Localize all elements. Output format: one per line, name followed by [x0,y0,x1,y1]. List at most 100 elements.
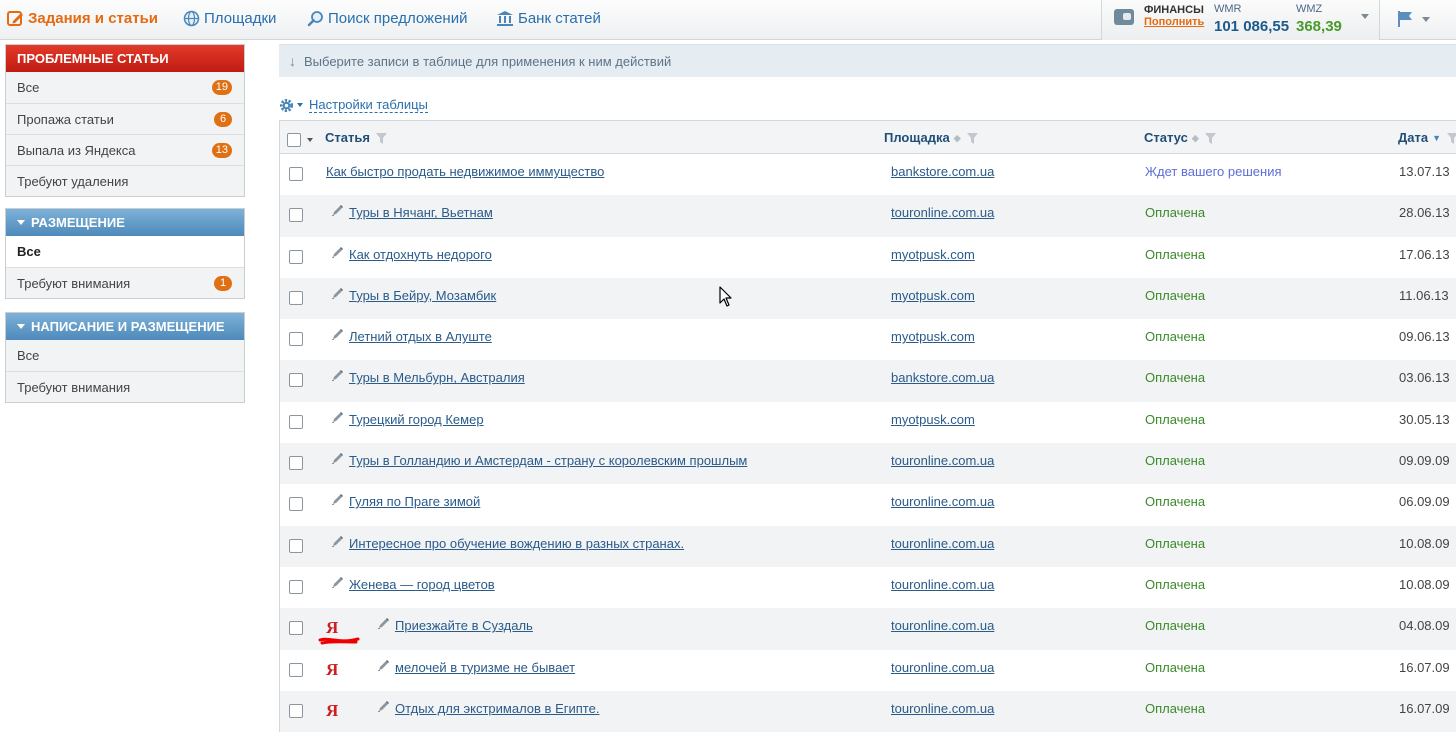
site-link[interactable]: touronline.com.ua [891,536,994,551]
table-row[interactable]: Туры в Нячанг, Вьетнам touronline.com.ua О… [280,195,1456,237]
article-title-link[interactable]: Туры в Бейру, Мозамбик [349,288,496,303]
row-checkbox[interactable] [289,373,303,388]
site-link[interactable]: bankstore.com.ua [891,164,994,179]
sidebar-item-writing-attention[interactable]: Требуют внимания [6,371,244,402]
site-link[interactable]: touronline.com.ua [891,205,994,220]
column-header-label: Дата [1398,130,1429,145]
topup-link[interactable]: Пополнить [1144,16,1204,28]
nav-sites[interactable]: Площадки [182,8,276,28]
chevron-down-icon[interactable] [1361,14,1369,19]
row-checkbox[interactable] [289,208,303,223]
row-checkbox[interactable] [289,621,303,636]
articles-table: Статья Площадка ◆ Статус ◆ Дата ▼ Как бы… [279,120,1456,733]
row-checkbox[interactable] [289,414,303,429]
site-link[interactable]: myotpusk.com [891,329,975,344]
nav-search-offers-label: Поиск предложений [328,9,468,27]
sort-icon[interactable]: ◆ [954,121,961,155]
wmr-balance: 101 086,55 [1214,18,1290,35]
row-checkbox[interactable] [289,497,303,512]
table-row[interactable]: Я Отдых для экстрималов в Египте. touronli… [280,690,1456,733]
article-title-link[interactable]: Интересное про обучение вождению в разны… [349,536,684,551]
site-link[interactable]: touronline.com.ua [891,618,994,633]
column-header-status[interactable]: Статус ◆ [1144,121,1216,155]
filter-icon[interactable] [1204,132,1216,144]
article-title-link[interactable]: Отдых для экстрималов в Египте. [395,701,599,716]
site-link[interactable]: bankstore.com.ua [891,370,994,385]
table-row[interactable]: Как быстро продать недвижимое иммущество… [280,154,1456,195]
table-row[interactable]: Как отдохнуть недорого myotpusk.com Оплаче… [280,237,1456,278]
sidebar-item-dropped-yandex[interactable]: Выпала из Яндекса 13 [6,134,244,165]
article-title-link[interactable]: Туры в Мельбурн, Австралия [349,370,525,385]
site-link[interactable]: touronline.com.ua [891,494,994,509]
sort-icon[interactable]: ◆ [1192,121,1199,155]
table-row[interactable]: Летний отдых в Алуште myotpusk.com Оплачен… [280,319,1456,360]
row-checkbox[interactable] [289,456,303,471]
site-link[interactable]: myotpusk.com [891,247,975,262]
table-row[interactable]: Интересное про обучение вождению в разны… [280,525,1456,567]
row-checkbox[interactable] [289,249,303,264]
finance-widget[interactable]: ФИНАНСЫ Пополнить WMR 101 086,55 WMZ 368… [1101,0,1380,40]
select-all-checkbox[interactable] [287,133,301,147]
article-title-link[interactable]: Приезжайте в Суздаль [395,618,533,633]
collapse-triangle-icon [17,324,25,329]
table-row[interactable]: Женева — город цветов touronline.com.ua Оп… [280,567,1456,608]
sidebar-placement-header[interactable]: РАЗМЕЩЕНИЕ [6,209,244,236]
site-link[interactable]: touronline.com.ua [891,701,994,716]
column-header-date[interactable]: Дата ▼ [1398,121,1456,155]
row-checkbox[interactable] [289,662,303,677]
edit-pen-icon [331,246,344,259]
table-row[interactable]: Гуляя по Праге зимой touronline.com.ua Опл… [280,484,1456,525]
article-title-link[interactable]: мелочей в туризме не бывает [395,660,575,675]
site-link[interactable]: touronline.com.ua [891,577,994,592]
nav-search-offers[interactable]: Поиск предложений [306,8,467,28]
nav-tasks-articles[interactable]: Задания и статьи [6,8,158,28]
site-link[interactable]: touronline.com.ua [891,453,994,468]
table-row[interactable]: Турецкий город Кемер myotpusk.com Оплачена… [280,402,1456,443]
article-title-link[interactable]: Турецкий город Кемер [349,412,484,427]
table-row[interactable]: Туры в Мельбурн, Австралия bankstore.com.… [280,360,1456,402]
article-title-link[interactable]: Туры в Голландию и Амстердам - страну с … [349,453,747,468]
article-title-link[interactable]: Как быстро продать недвижимое иммущество [326,164,604,179]
table-settings[interactable]: Настройки таблицы [279,96,428,114]
row-checkbox[interactable] [289,332,303,347]
article-title-link[interactable]: Как отдохнуть недорого [349,247,492,262]
article-title-link[interactable]: Летний отдых в Алуште [349,329,492,344]
table-row[interactable]: Ямелочей в туризме не бывает touronline.c… [280,650,1456,691]
article-title-link[interactable]: Женева — город цветов [349,577,495,592]
row-checkbox[interactable] [289,703,303,718]
column-header-site[interactable]: Площадка ◆ [884,121,978,155]
filter-icon[interactable] [375,132,387,144]
sidebar-item-placement-all[interactable]: Все [6,236,244,267]
row-checkbox[interactable] [289,579,303,594]
sort-desc-icon[interactable]: ▼ [1432,121,1441,155]
sidebar-writing-header[interactable]: НАПИСАНИЕ И РАЗМЕЩЕНИЕ [6,313,244,340]
article-title-link[interactable]: Гуляя по Праге зимой [349,494,480,509]
table-row[interactable]: Я Приезжайте в Суздаль touronline.com.ua Оп… [280,608,1456,650]
site-link[interactable]: myotpusk.com [891,412,975,427]
sidebar-item-placement-attention[interactable]: Требуют внимания 1 [6,267,244,298]
chevron-down-icon[interactable] [1422,17,1430,22]
sidebar-item-label: Все [17,80,40,95]
row-checkbox[interactable] [289,290,303,305]
sidebar-item-article-missing[interactable]: Пропажа статьи 6 [6,103,244,134]
top-navigation-bar: Задания и статьи Площадки Поиск предложе… [0,0,1456,40]
notifications-menu[interactable] [1380,0,1456,40]
date-text: 09.06.13 [1399,329,1450,345]
table-row[interactable]: Туры в Голландию и Амстердам - страну с … [280,443,1456,485]
site-link[interactable]: myotpusk.com [891,288,975,303]
filter-icon[interactable] [966,132,978,144]
sidebar-item-writing-all[interactable]: Все [6,340,244,371]
nav-tasks-articles-label: Задания и статьи [28,9,159,27]
sidebar-item-problem-all[interactable]: Все 19 [6,72,244,103]
column-header-article[interactable]: Статья [325,121,387,155]
nav-article-bank[interactable]: Банк статей [496,8,601,28]
table-row[interactable]: Туры в Бейру, Мозамбик myotpusk.com Оплаче… [280,277,1456,320]
sidebar-item-need-removal[interactable]: Требуют удаления [6,165,244,196]
filter-icon[interactable] [1447,132,1456,144]
row-checkbox[interactable] [289,538,303,553]
sidebar-item-label: Требуют удаления [17,174,129,189]
article-title-link[interactable]: Туры в Нячанг, Вьетнам [349,205,493,220]
site-link[interactable]: touronline.com.ua [891,660,994,675]
chevron-down-icon[interactable] [307,138,313,142]
row-checkbox[interactable] [289,167,303,181]
